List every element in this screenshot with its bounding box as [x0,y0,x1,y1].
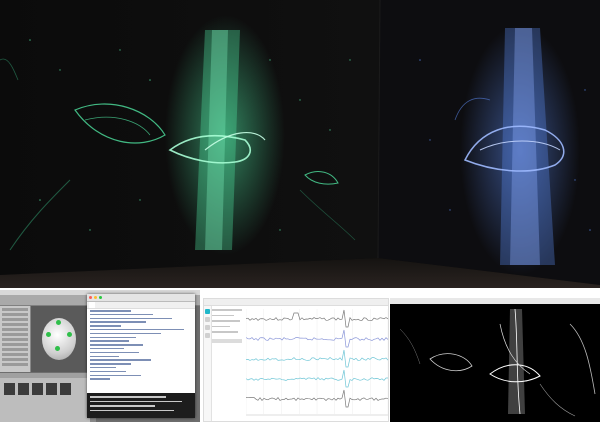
sidebar-active-icon[interactable] [205,309,210,314]
settings-button[interactable] [212,338,242,343]
electrode-node [55,346,60,351]
asset-thumbnail[interactable] [4,383,15,395]
sidebar-icon[interactable] [205,317,210,322]
electrode-node [56,320,61,325]
room-render [0,0,600,288]
editor-screenshot [0,290,200,422]
sidebar-icon[interactable] [205,325,210,330]
eeg-viewer-window [203,298,389,422]
eeg-settings-panel [212,309,246,369]
code-window-titlebar [87,294,195,302]
eeg-sidebar [204,306,212,421]
maximize-icon[interactable] [99,296,102,299]
code-tabs [87,302,195,309]
project-panel [0,373,90,422]
console-panel [87,393,195,418]
code-lines [90,310,192,382]
projection-room-photo [0,0,600,288]
asset-thumbnail[interactable] [60,383,71,395]
sidebar-icon[interactable] [205,333,210,338]
code-tab[interactable] [89,302,95,308]
electrode-node [67,332,72,337]
scene-viewport[interactable] [31,306,89,372]
render-window [390,298,600,422]
monochrome-particle-render [399,308,596,417]
minimize-icon[interactable] [94,296,97,299]
screenshot-strip [0,290,600,422]
asset-thumbnail[interactable] [18,383,29,395]
eeg-window-titlebar [204,299,388,306]
asset-thumbnail[interactable] [32,383,43,395]
electrode-node [46,332,51,337]
eeg-traces [246,309,388,416]
asset-thumbnail[interactable] [46,383,57,395]
close-icon[interactable] [89,296,92,299]
code-editor-window[interactable] [87,294,195,418]
hierarchy-panel [0,306,31,372]
